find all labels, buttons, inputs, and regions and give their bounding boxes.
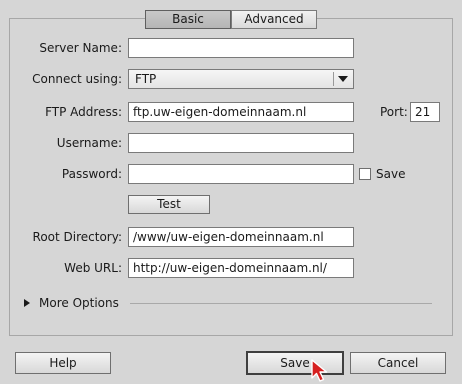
chevron-down-icon (338, 76, 348, 82)
cancel-button[interactable]: Cancel (350, 352, 446, 374)
save-password-label: Save (376, 167, 406, 181)
tab-basic[interactable]: Basic (145, 10, 231, 29)
server-name-label: Server Name: (39, 41, 122, 55)
mouse-pointer-icon (311, 359, 328, 382)
port-input[interactable]: 21 (410, 102, 440, 122)
web-url-input[interactable]: http://uw-eigen-domeinnaam.nl/ (128, 258, 354, 278)
more-options-label[interactable]: More Options (39, 295, 119, 311)
select-divider (333, 72, 334, 86)
connect-using-select[interactable]: FTP (128, 69, 354, 89)
tab-advanced[interactable]: Advanced (231, 10, 317, 29)
web-url-label: Web URL: (64, 261, 122, 275)
port-label: Port: (380, 105, 408, 119)
test-button[interactable]: Test (128, 195, 210, 214)
password-label: Password: (61, 167, 122, 181)
root-directory-label: Root Directory: (32, 230, 122, 244)
ftp-address-label: FTP Address: (45, 105, 122, 119)
disclosure-triangle-icon[interactable] (24, 299, 30, 307)
username-input[interactable] (128, 133, 354, 153)
username-label: Username: (56, 136, 122, 150)
password-input[interactable] (128, 164, 354, 184)
more-options-divider (130, 303, 432, 304)
ftp-address-input[interactable]: ftp.uw-eigen-domeinnaam.nl (128, 102, 354, 122)
server-name-input[interactable] (128, 38, 354, 58)
connect-using-label: Connect using: (32, 72, 122, 86)
save-password-checkbox[interactable] (359, 168, 371, 180)
connect-using-value: FTP (135, 72, 157, 86)
root-directory-input[interactable]: /www/uw-eigen-domeinnaam.nl (128, 227, 354, 247)
help-button[interactable]: Help (15, 352, 111, 374)
